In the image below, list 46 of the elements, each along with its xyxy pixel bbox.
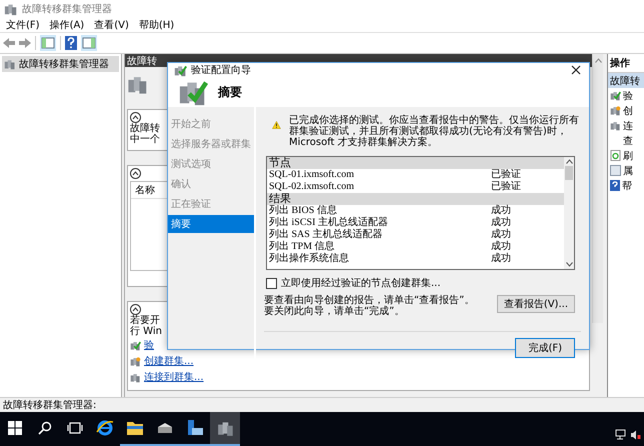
group-header: 结果 xyxy=(267,193,564,205)
menu-item[interactable]: 查看(V) xyxy=(94,18,129,32)
wizard-step[interactable]: 摘要 xyxy=(168,215,254,233)
finish-button[interactable]: 完成(F) xyxy=(515,338,575,358)
item-name: 列出 TPM 信息 xyxy=(269,241,336,252)
menu-item[interactable]: 操作(A) xyxy=(50,18,84,32)
status-text: 故障转移群集管理器: xyxy=(3,398,96,412)
item-status: 成功 xyxy=(491,253,511,265)
item-status: 成功 xyxy=(491,217,511,228)
link[interactable]: 创建群集... xyxy=(144,354,194,368)
manage-text: 行 Win xyxy=(130,326,162,337)
action-item[interactable]: 刷 xyxy=(608,148,644,163)
view-report-button[interactable]: 查看报告(V)... xyxy=(496,295,575,313)
item-status: 成功 xyxy=(491,205,511,216)
info-text: 要关闭此向导，请单击“完成”。 xyxy=(264,306,406,317)
item-name: 列出操作系统信息 xyxy=(269,253,350,265)
action-item[interactable]: 属 xyxy=(608,163,644,178)
overview-text: 故障转 xyxy=(130,123,160,134)
item-status: 已验证 xyxy=(491,181,521,193)
manage-text: 若要开 xyxy=(130,315,160,326)
item-status: 成功 xyxy=(491,229,511,240)
info-text: 要查看由向导创建的报告，请单击“查看报告”。 xyxy=(264,295,476,306)
item-name: SQL-01.ixmsoft.com xyxy=(269,169,355,181)
item-name: 列出 iSCSI 主机总线适配器 xyxy=(269,217,389,228)
group-header: 节点 xyxy=(267,157,564,169)
action-item[interactable]: 连 xyxy=(608,118,644,133)
item-name: 列出 SAS 主机总线适配器 xyxy=(269,229,384,240)
action-item[interactable]: 故障转 xyxy=(608,73,644,88)
action-item[interactable]: 创 xyxy=(608,103,644,118)
warning-text: 已完成你选择的测试。你应当查看报告中的警告。仅当你运行所有群集验证测试，并且所有测试都取得成功(无论有没有警告)时，Microsoft 才支持群集解决方案。 xyxy=(288,115,580,148)
page-heading: 摘要 xyxy=(218,84,242,100)
action-item[interactable]: 帮 xyxy=(608,178,644,193)
window-title: 故障转移群集管理器 xyxy=(22,2,112,16)
menu-item[interactable]: 帮助(H) xyxy=(138,18,174,32)
item-status: 已验证 xyxy=(491,169,521,181)
item-status: 成功 xyxy=(491,241,511,252)
item-name: SQL-02.ixmsoft.com xyxy=(269,181,355,193)
link[interactable]: 连接到群集... xyxy=(144,370,204,384)
tree-item[interactable]: 故障转移群集管理器 xyxy=(2,56,119,72)
overview-text: 中一个 xyxy=(130,134,160,145)
action-item[interactable]: 验 xyxy=(608,88,644,103)
item-name: 列出 BIOS 信息 xyxy=(269,205,338,216)
checkbox-label[interactable]: 立即使用经过验证的节点创建群集... xyxy=(281,276,441,290)
menu-item[interactable]: 文件(F) xyxy=(6,18,40,32)
action-item[interactable]: 查 xyxy=(608,133,644,148)
link[interactable]: 验 xyxy=(144,338,154,352)
